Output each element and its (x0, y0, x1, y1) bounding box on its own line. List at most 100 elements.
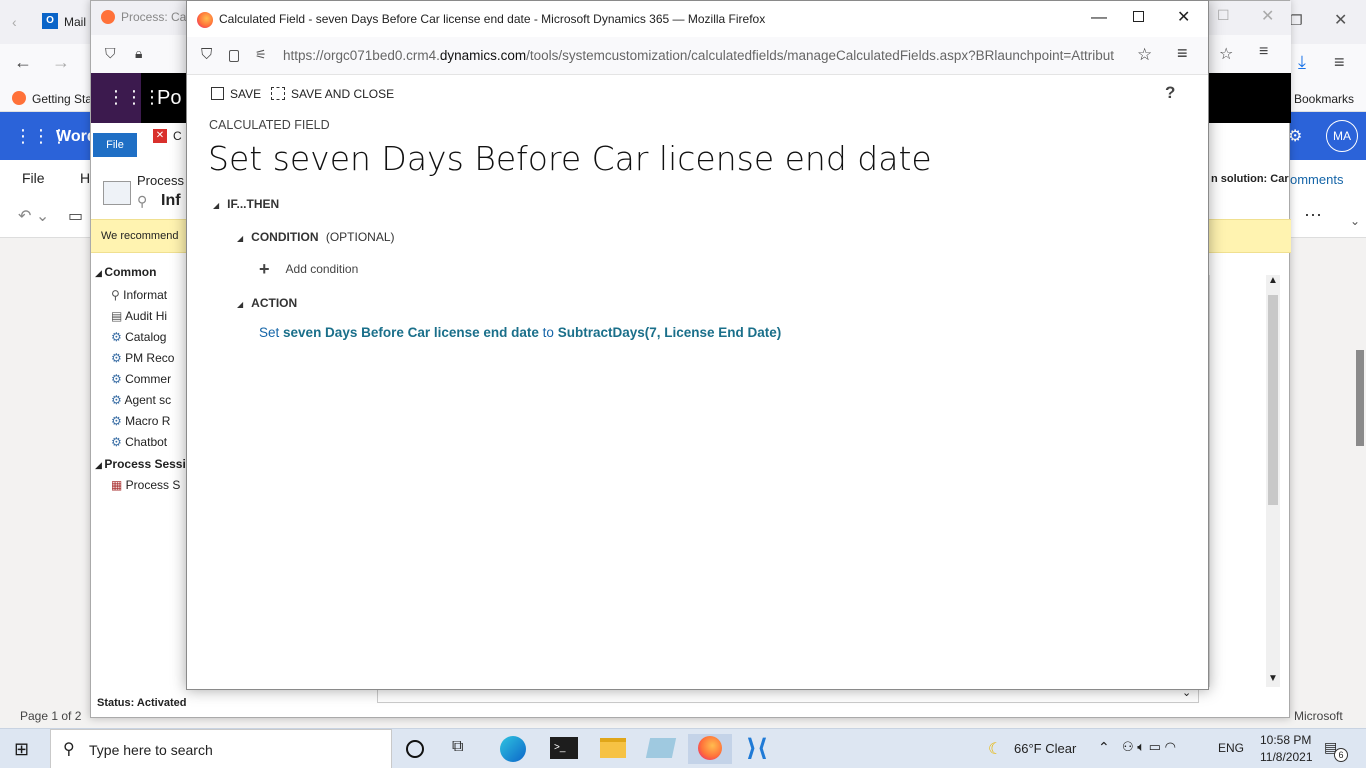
nav-item-catalog[interactable]: ⚙ Catalog (111, 327, 187, 348)
condition-optional-label: (OPTIONAL) (325, 230, 395, 244)
moon-weather-icon: ☾ (988, 741, 1003, 758)
lock-icon[interactable]: 🔒︎ (135, 45, 142, 62)
settings-gear-icon[interactable]: ⚙ (1288, 126, 1302, 146)
tab-mail[interactable]: Mail (64, 15, 86, 29)
nav-item-audit[interactable]: ▤ Audit Hi (111, 306, 187, 327)
firefox-taskbar-button[interactable] (688, 734, 732, 764)
floppy-disk-icon (211, 87, 224, 100)
bookmark-star-icon[interactable]: ☆ (1219, 44, 1233, 64)
url-field[interactable]: https://orgc071bed0.crm4.dynamics.com/to… (283, 48, 1114, 63)
word-scrollbar-thumb[interactable] (1356, 350, 1364, 446)
terminal-icon[interactable]: >_ (550, 737, 578, 759)
nav-item-macro[interactable]: ⚙ Macro R (111, 411, 187, 432)
gear-icon: ⚙ (111, 435, 126, 449)
process-tab-title[interactable]: Process: Ca (121, 10, 186, 24)
weather-text[interactable]: 66°F Clear (1014, 741, 1076, 756)
download-icon[interactable]: ⤓ (1298, 52, 1306, 73)
doc-icon: ▤ (111, 309, 126, 323)
edge-icon[interactable] (500, 736, 526, 762)
nav-item-label: Catalog (125, 330, 167, 344)
nav-section-common[interactable]: ◢ Common (95, 265, 187, 279)
menu-file[interactable]: File (22, 170, 45, 186)
scroll-up-icon[interactable]: ▲ (1268, 275, 1278, 286)
clock-time[interactable]: 10:58 PM (1260, 733, 1311, 747)
permissions-icon[interactable]: ⚟ (255, 47, 267, 63)
nav-section-process-sessions[interactable]: ◢ Process Sessi (95, 457, 187, 471)
process-nav-tree: ◢ Common ⚲ Informat ▤ Audit Hi ⚙ Catalog… (95, 265, 187, 496)
collapse-triangle-icon: ◢ (213, 201, 220, 210)
scrollbar[interactable] (1266, 275, 1280, 687)
chevron-down-icon[interactable]: ⌄ (1350, 214, 1360, 228)
close-label[interactable]: C (173, 129, 182, 143)
firefox-icon (101, 10, 115, 24)
avatar[interactable]: MA (1326, 120, 1358, 152)
comments-button[interactable]: omments (1290, 172, 1343, 187)
tray-icons[interactable]: ⚇ 🔈︎ ▭ ◠ (1122, 739, 1176, 755)
nav-item-label: Agent sc (124, 393, 172, 407)
undo-icon[interactable]: ↶ ⌄ (18, 206, 49, 226)
taskbar-search-box[interactable]: ⚲ Type here to search (50, 729, 392, 768)
tab-scroll-left-icon[interactable]: ‹ (12, 14, 17, 30)
nav-item-chatbot[interactable]: ⚙ Chatbot (111, 432, 187, 453)
photos-icon[interactable] (645, 738, 677, 758)
minimize-icon[interactable]: — (1091, 9, 1107, 27)
process-icon (103, 181, 131, 205)
menu-home[interactable]: H (80, 170, 90, 186)
if-then-section[interactable]: ◢ IF...THEN (213, 197, 279, 211)
firefox-icon (197, 12, 213, 28)
scrollbar-thumb[interactable] (1268, 295, 1278, 505)
lock-icon[interactable] (229, 50, 239, 62)
language-indicator[interactable]: ENG (1218, 741, 1244, 755)
menu-icon[interactable]: ≡ (1259, 43, 1268, 61)
close-icon[interactable]: ✕ (1177, 7, 1190, 27)
condition-section[interactable]: ◢ CONDITION (OPTIONAL) (237, 230, 395, 244)
nav-item-comments[interactable]: ⚙ Commer (111, 369, 187, 390)
nav-item-information[interactable]: ⚲ Informat (111, 285, 187, 306)
bookmarks-label[interactable]: Bookmarks (1294, 92, 1354, 106)
clipboard-icon[interactable]: ▭ (68, 206, 83, 226)
cortana-icon[interactable] (406, 740, 424, 758)
clock-date[interactable]: 11/8/2021 (1260, 750, 1313, 764)
scroll-down-icon[interactable]: ▼ (1268, 673, 1278, 684)
menu-icon[interactable]: ≡ (1177, 43, 1188, 64)
file-explorer-icon[interactable] (600, 738, 626, 758)
shield-icon[interactable]: ⛉ (105, 45, 116, 62)
bookmark-star-icon[interactable]: ☆ (1137, 45, 1152, 65)
search-placeholder: Type here to search (89, 742, 213, 758)
close-icon[interactable]: ✕ (1334, 10, 1347, 30)
menu-icon[interactable]: ≡ (1334, 52, 1345, 73)
file-tab[interactable]: File (93, 133, 137, 157)
back-icon[interactable]: ← (14, 52, 32, 73)
nav-item-label: Chatbot (125, 435, 168, 449)
windows-start-icon[interactable]: ⊞ (14, 739, 29, 760)
action-to-word: to (542, 325, 554, 340)
task-view-icon[interactable]: ⧉ (452, 738, 463, 756)
add-condition-button[interactable]: + Add condition (259, 259, 358, 280)
forward-icon[interactable]: → (52, 52, 70, 73)
collapse-triangle-icon: ◢ (237, 234, 244, 243)
restore-icon[interactable]: ❐ (1290, 12, 1303, 29)
bookmark-getting-started[interactable]: Getting Sta (32, 92, 92, 106)
maximize-icon[interactable] (1133, 11, 1144, 22)
app-launcher-icon[interactable]: ⋮⋮⋮ (107, 87, 161, 108)
action-section[interactable]: ◢ ACTION (237, 296, 297, 310)
chevron-up-icon[interactable]: ⌃ (1098, 739, 1110, 756)
action-field-link[interactable]: seven Days Before Car license end date (283, 325, 539, 340)
help-button[interactable]: ? (1165, 83, 1175, 103)
nav-item-pm-reco[interactable]: ⚙ PM Reco (111, 348, 187, 369)
shield-icon[interactable]: ⛉ (201, 46, 212, 63)
nav-item-process-sessions[interactable]: ▦ Process S (111, 475, 187, 496)
save-button[interactable]: SAVE (211, 87, 261, 101)
action-statement[interactable]: Set seven Days Before Car license end da… (259, 325, 781, 340)
status-language: Microsoft (1294, 709, 1343, 723)
action-expression-link[interactable]: SubtractDays(7, License End Date) (558, 325, 782, 340)
close-red-icon[interactable]: ✕ (153, 129, 167, 143)
add-condition-label: Add condition (285, 262, 359, 276)
save-and-close-button[interactable]: SAVE AND CLOSE (271, 87, 394, 101)
nav-item-agent[interactable]: ⚙ Agent sc (111, 390, 187, 411)
plus-icon: + (259, 259, 270, 279)
close-icon[interactable]: ✕ (1261, 6, 1274, 26)
maximize-icon[interactable]: ☐ (1217, 7, 1230, 24)
more-options-icon[interactable]: ··· (1304, 204, 1322, 225)
vscode-icon[interactable]: ⟩⟨ (746, 734, 768, 763)
